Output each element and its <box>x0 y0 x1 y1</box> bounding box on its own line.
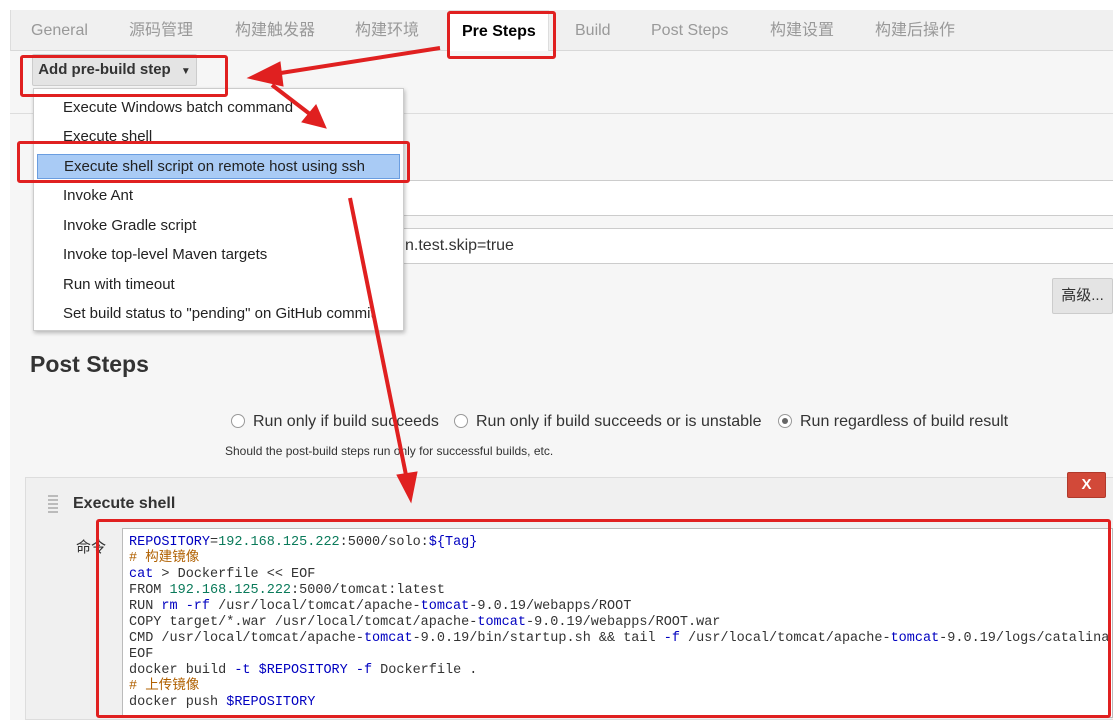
arrow-line <box>267 46 441 77</box>
arrow-head <box>246 61 284 87</box>
arrow-head <box>396 471 418 504</box>
annotation-arrows <box>246 46 441 504</box>
arrow-line <box>270 83 317 120</box>
arrow-line <box>348 197 409 481</box>
